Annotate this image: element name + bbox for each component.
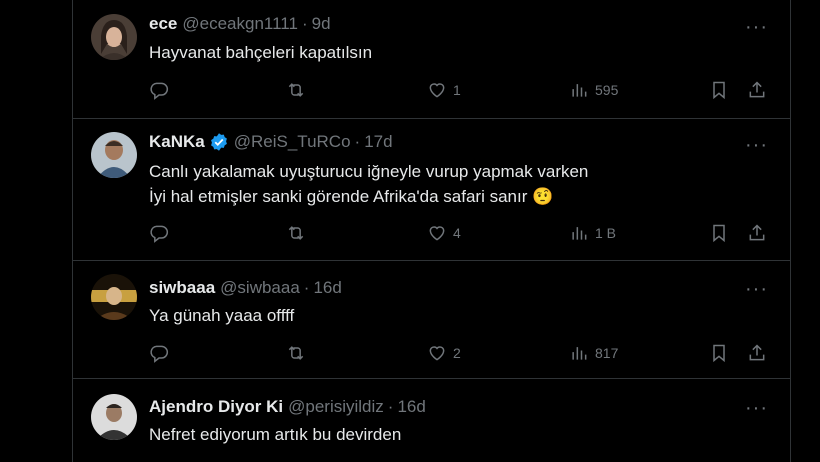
reply-icon xyxy=(150,345,169,363)
author-name[interactable]: siwbaaa xyxy=(149,278,215,298)
share-icon xyxy=(749,344,765,361)
like-count: 1 xyxy=(453,82,461,98)
bookmark-button[interactable] xyxy=(709,343,729,363)
author-handle[interactable]: @perisiyildiz xyxy=(288,397,384,417)
like-button[interactable]: 1 xyxy=(427,80,461,100)
like-count: 4 xyxy=(453,225,461,241)
like-count: 2 xyxy=(453,345,461,361)
separator-dot: · xyxy=(301,14,308,33)
tweet-actions: 2 817 xyxy=(149,343,774,367)
tweet-item[interactable]: Ajendro Diyor Ki @perisiyildiz · 16d ···… xyxy=(73,378,790,462)
avatar[interactable] xyxy=(91,274,137,320)
tweet-item[interactable]: KaNKa @ReiS_TuRCo · 17d ··· Canlı yakala… xyxy=(73,118,790,261)
bookmark-button[interactable] xyxy=(709,223,729,243)
tweet-actions: 4 1 B xyxy=(149,223,774,247)
author-name[interactable]: KaNKa xyxy=(149,132,205,152)
analytics-icon xyxy=(572,227,587,240)
timestamp[interactable]: 9d xyxy=(312,14,331,34)
share-button[interactable] xyxy=(747,343,767,363)
retweet-icon xyxy=(288,83,304,97)
timestamp[interactable]: 16d xyxy=(313,278,341,298)
bookmark-icon xyxy=(713,344,725,363)
retweet-button[interactable] xyxy=(286,80,306,100)
tweet-text: Hayvanat bahçeleri kapatılsın xyxy=(149,40,372,65)
reply-button[interactable] xyxy=(149,80,169,100)
author-name[interactable]: Ajendro Diyor Ki xyxy=(149,397,283,417)
tweet-header: Ajendro Diyor Ki @perisiyildiz · 16d xyxy=(149,397,426,417)
tweet-header: KaNKa @ReiS_TuRCo · 17d xyxy=(149,132,393,152)
tweet-text: Canlı yakalamak uyuşturucu iğneyle vurup… xyxy=(149,159,588,209)
retweet-icon xyxy=(288,226,304,240)
tweet-header: ece @eceakgn1111 · 9d xyxy=(149,14,331,34)
separator-dot: · xyxy=(354,132,361,151)
retweet-button[interactable] xyxy=(286,223,306,243)
author-handle[interactable]: @siwbaaa xyxy=(220,278,300,298)
avatar[interactable] xyxy=(91,132,137,178)
heart-icon xyxy=(429,346,445,361)
more-options-icon[interactable]: ··· xyxy=(745,135,768,155)
tweet-text-line: Canlı yakalamak uyuşturucu iğneyle vurup… xyxy=(149,162,589,181)
share-button[interactable] xyxy=(747,80,767,100)
analytics-icon xyxy=(572,84,587,97)
timeline: ece @eceakgn1111 · 9d ··· Hayvanat bahçe… xyxy=(72,0,791,462)
heart-icon xyxy=(429,83,445,98)
bookmark-button[interactable] xyxy=(709,80,729,100)
timestamp[interactable]: 16d xyxy=(397,397,425,417)
like-button[interactable]: 4 xyxy=(427,223,461,243)
tweet-text-line: Ya günah yaaa offff xyxy=(149,306,295,325)
share-icon xyxy=(749,224,765,241)
reply-button[interactable] xyxy=(149,223,169,243)
analytics-icon xyxy=(572,347,587,360)
author-handle[interactable]: @eceakgn1111 xyxy=(182,14,298,34)
bookmark-icon xyxy=(713,224,725,243)
retweet-icon xyxy=(288,346,304,360)
views-button[interactable]: 817 xyxy=(569,343,618,363)
avatar[interactable] xyxy=(91,394,137,440)
tweet-text: Ya günah yaaa offff xyxy=(149,303,294,328)
author-handle[interactable]: @ReiS_TuRCo xyxy=(234,132,351,152)
more-options-icon[interactable]: ··· xyxy=(745,17,768,37)
view-count: 595 xyxy=(595,82,619,98)
separator-dot: · xyxy=(387,397,394,416)
view-count: 1 B xyxy=(595,225,617,241)
timestamp[interactable]: 17d xyxy=(364,132,392,152)
tweet-text-line: Nefret ediyorum artık bu devirden xyxy=(149,425,402,444)
separator-dot: · xyxy=(303,278,310,297)
avatar[interactable] xyxy=(91,14,137,60)
tweet-actions: 1 595 xyxy=(149,80,774,104)
tweet-header: siwbaaa @siwbaaa · 16d xyxy=(149,278,342,298)
more-options-icon[interactable]: ··· xyxy=(745,398,768,418)
tweet-item[interactable]: ece @eceakgn1111 · 9d ··· Hayvanat bahçe… xyxy=(73,0,790,119)
retweet-button[interactable] xyxy=(286,343,306,363)
verified-badge-icon xyxy=(209,132,229,152)
tweet-item[interactable]: siwbaaa @siwbaaa · 16d ··· Ya günah yaaa… xyxy=(73,260,790,379)
reply-icon xyxy=(150,82,169,100)
views-button[interactable]: 1 B xyxy=(569,223,616,243)
bookmark-icon xyxy=(713,81,725,100)
tweet-text-line: İyi hal etmişler sanki görende Afrika'da… xyxy=(149,187,554,206)
like-button[interactable]: 2 xyxy=(427,343,461,363)
heart-icon xyxy=(429,226,445,241)
reply-icon xyxy=(150,225,169,243)
tweet-text-line: Hayvanat bahçeleri kapatılsın xyxy=(149,43,373,62)
share-icon xyxy=(749,81,765,98)
more-options-icon[interactable]: ··· xyxy=(745,279,768,299)
views-button[interactable]: 595 xyxy=(569,80,618,100)
share-button[interactable] xyxy=(747,223,767,243)
view-count: 817 xyxy=(595,345,619,361)
reply-button[interactable] xyxy=(149,343,169,363)
author-name[interactable]: ece xyxy=(149,14,177,34)
tweet-text: Nefret ediyorum artık bu devirden xyxy=(149,422,401,447)
